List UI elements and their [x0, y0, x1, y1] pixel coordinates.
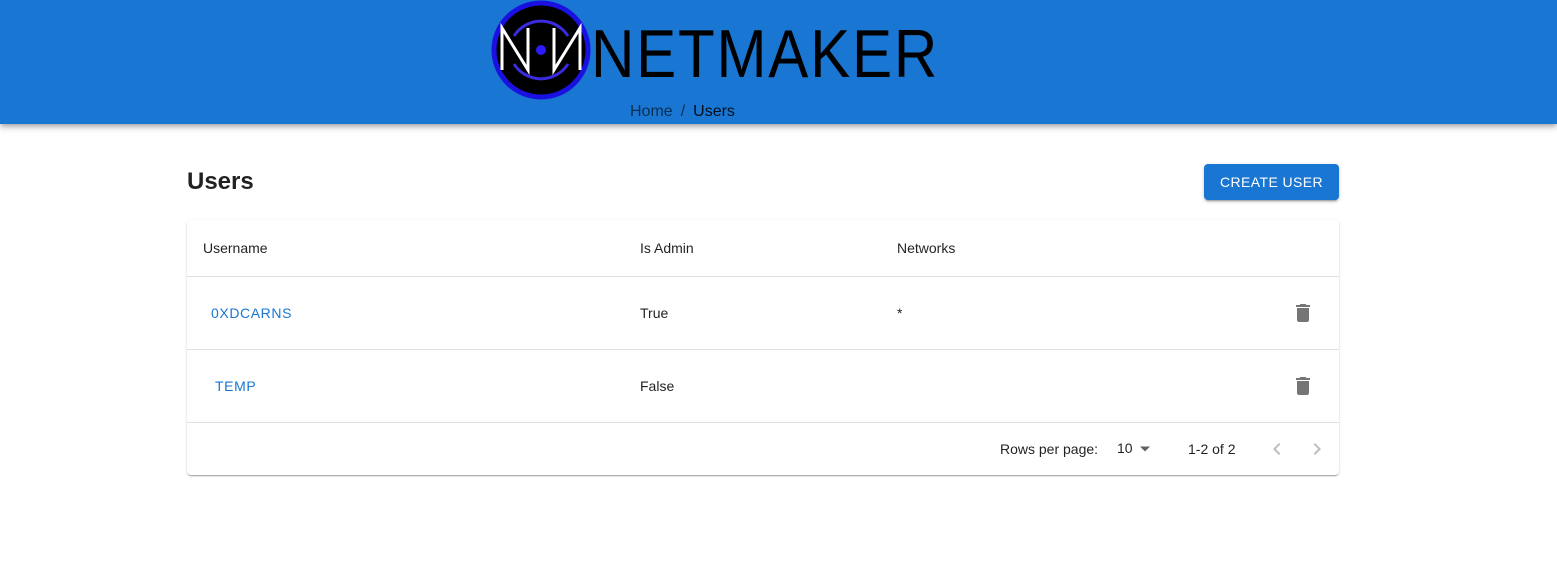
users-table: Username Is Admin Networks 0xdcarns True… [187, 220, 1339, 475]
breadcrumb-current: Users [693, 103, 735, 120]
column-header-is-admin: Is Admin [640, 240, 694, 256]
chevron-left-icon[interactable] [1265, 437, 1289, 461]
dropdown-caret-icon [1140, 446, 1150, 452]
pagination-range: 1-2 of 2 [1188, 441, 1236, 457]
create-user-button[interactable]: Create User [1204, 164, 1339, 200]
table-header-row: Username Is Admin Networks [187, 220, 1339, 277]
username-link[interactable]: temp [207, 370, 264, 402]
app-header: NETMAKER Home / Users [0, 0, 1557, 124]
column-header-networks: Networks [897, 240, 956, 256]
svg-text:NETMAKER: NETMAKER [591, 16, 939, 92]
table-pagination: Rows per page: 10 1-2 of 2 [187, 423, 1339, 475]
netmaker-logo[interactable]: NETMAKER [490, 0, 942, 101]
rows-per-page-select[interactable]: 10 [1117, 439, 1153, 459]
breadcrumb-home-link[interactable]: Home [630, 102, 673, 122]
rows-per-page-value: 10 [1117, 440, 1133, 456]
delete-icon[interactable] [1291, 374, 1315, 398]
page-title: Users [187, 168, 254, 195]
table-row: temp False [187, 350, 1339, 423]
breadcrumb: Home / Users [630, 102, 735, 122]
breadcrumb-separator: / [680, 103, 686, 120]
table-row: 0xdcarns True * [187, 277, 1339, 350]
is-admin-cell: False [640, 378, 675, 394]
networks-cell: * [897, 305, 903, 321]
chevron-right-icon[interactable] [1305, 437, 1329, 461]
column-header-username: Username [203, 240, 268, 256]
delete-icon[interactable] [1291, 301, 1315, 325]
is-admin-cell: True [640, 305, 669, 321]
username-link[interactable]: 0xdcarns [203, 297, 300, 329]
rows-per-page-label: Rows per page: [1000, 441, 1099, 457]
